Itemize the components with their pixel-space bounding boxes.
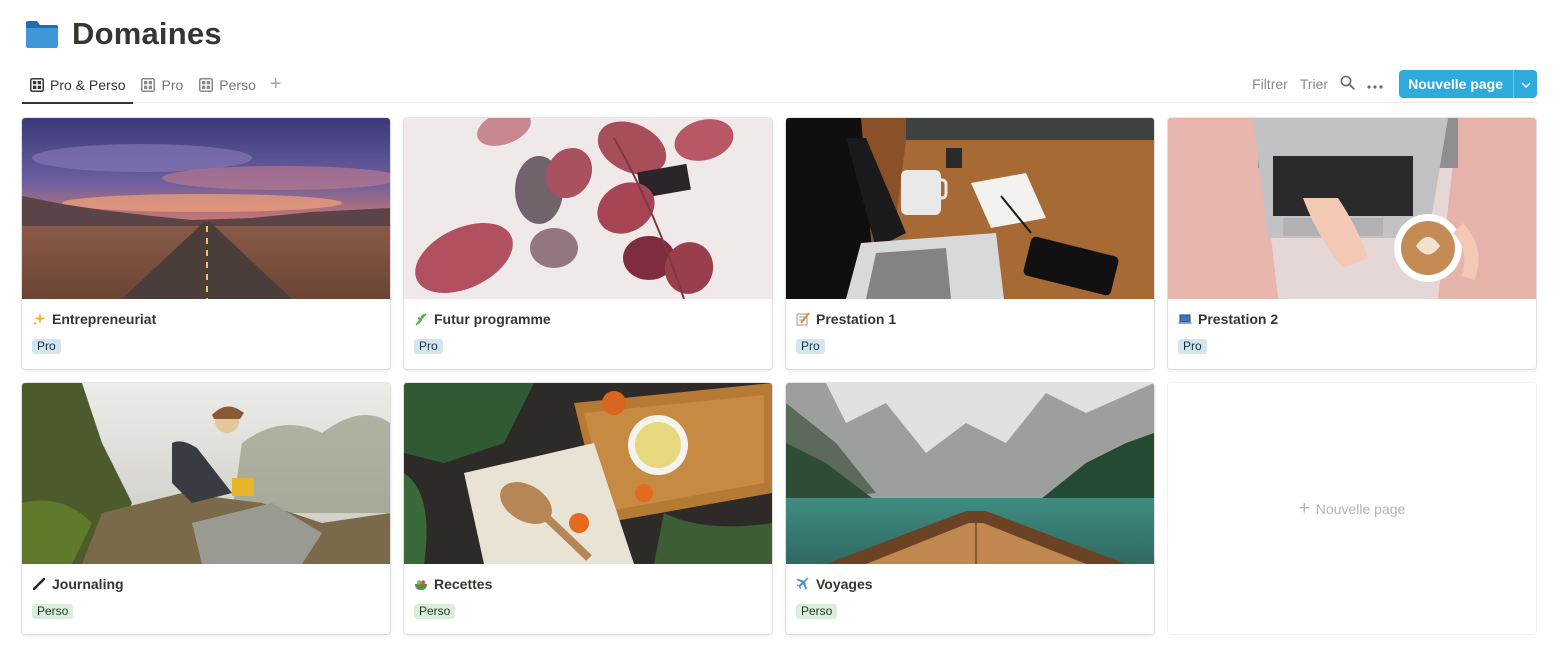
sort-button[interactable]: Trier xyxy=(1294,69,1334,98)
card-title-text: Journaling xyxy=(52,576,124,592)
chevron-down-icon xyxy=(1520,75,1531,93)
card-title: Voyages xyxy=(796,576,873,592)
tab-label: Perso xyxy=(219,76,256,93)
gallery-card-journaling[interactable]: Journaling Perso xyxy=(22,383,390,634)
more-options-button[interactable] xyxy=(1361,69,1389,98)
tag-perso: Perso xyxy=(414,604,456,619)
plus-icon: + xyxy=(269,73,282,95)
search-icon xyxy=(1340,75,1355,93)
new-page-card[interactable]: + Nouvelle page xyxy=(1168,383,1536,634)
add-view-button[interactable]: + xyxy=(264,66,288,103)
salad-icon xyxy=(414,577,428,591)
card-title-text: Recettes xyxy=(434,576,493,592)
gallery-icon xyxy=(141,77,156,92)
card-title: Recettes xyxy=(414,576,492,592)
sparkles-icon xyxy=(32,312,46,326)
gallery-card-recettes[interactable]: Recettes Perso xyxy=(404,383,772,634)
folder-icon xyxy=(24,19,60,49)
new-page-dropdown-button[interactable] xyxy=(1513,69,1537,98)
airplane-icon xyxy=(796,577,810,591)
cover-image-woman-writing xyxy=(22,383,390,564)
tag-perso: Perso xyxy=(32,604,74,619)
pen-icon xyxy=(32,577,46,591)
tag-perso: Perso xyxy=(796,604,838,619)
gallery-card-voyages[interactable]: Voyages Perso xyxy=(786,383,1154,634)
page-title: Domaines xyxy=(72,16,222,51)
gallery-card-prestation-2[interactable]: Prestation 2 Pro xyxy=(1168,118,1536,369)
tag-pro: Pro xyxy=(796,339,825,354)
search-button[interactable] xyxy=(1334,69,1361,98)
tab-pro-et-perso[interactable]: Pro & Perso xyxy=(22,66,134,104)
card-title: Journaling xyxy=(32,576,124,592)
tag-pro: Pro xyxy=(1178,339,1207,354)
new-page-button[interactable]: Nouvelle page xyxy=(1399,70,1513,98)
card-title: Prestation 1 xyxy=(796,311,896,327)
new-page-card-label: Nouvelle page xyxy=(1315,500,1406,517)
cover-image-laptop-coffee xyxy=(1168,118,1536,299)
plus-icon: + xyxy=(1298,498,1310,519)
tab-label: Pro xyxy=(161,76,184,93)
memo-icon xyxy=(796,312,810,326)
card-title: Prestation 2 xyxy=(1178,311,1278,327)
tab-perso[interactable]: Perso xyxy=(191,66,264,103)
tag-pro: Pro xyxy=(32,339,61,354)
gallery-icon xyxy=(199,77,214,92)
card-title-text: Voyages xyxy=(816,576,873,592)
view-tabs: Pro & Perso Pro Perso + xyxy=(22,66,288,104)
tab-label: Pro & Perso xyxy=(50,76,126,93)
view-bar: Pro & Perso Pro Perso + Filtrer Trier No… xyxy=(22,66,1537,104)
cover-image-desk-laptop xyxy=(786,118,1154,299)
tag-pro: Pro xyxy=(414,339,443,354)
cover-image-spices-board xyxy=(404,383,772,564)
view-toolbar: Filtrer Trier Nouvelle page xyxy=(1246,69,1537,98)
card-title-text: Futur programme xyxy=(434,311,551,327)
cover-image-leaves xyxy=(404,118,772,299)
tab-pro[interactable]: Pro xyxy=(133,66,191,103)
card-title: Entrepreneuriat xyxy=(32,311,156,327)
gallery-grid: Entrepreneuriat Pro Futur programme Pro … xyxy=(22,118,1536,634)
new-page-button-group: Nouvelle page xyxy=(1399,69,1537,98)
page-header: Domaines xyxy=(24,14,222,54)
card-title-text: Entrepreneuriat xyxy=(52,311,157,327)
gallery-card-entrepreneuriat[interactable]: Entrepreneuriat Pro xyxy=(22,118,390,369)
gallery-card-prestation-1[interactable]: Prestation 1 Pro xyxy=(786,118,1154,369)
card-title-text: Prestation 2 xyxy=(1198,311,1279,327)
filter-button[interactable]: Filtrer xyxy=(1246,69,1294,98)
cover-image-lake-boat xyxy=(786,383,1154,564)
laptop-icon xyxy=(1178,312,1192,326)
gallery-card-futur-programme[interactable]: Futur programme Pro xyxy=(404,118,772,369)
card-title: Futur programme xyxy=(414,311,551,327)
more-icon xyxy=(1367,76,1383,92)
cover-image-desert-road xyxy=(22,118,390,299)
gallery-icon xyxy=(30,77,44,92)
card-title-text: Prestation 1 xyxy=(816,311,897,327)
herb-icon xyxy=(414,312,428,326)
